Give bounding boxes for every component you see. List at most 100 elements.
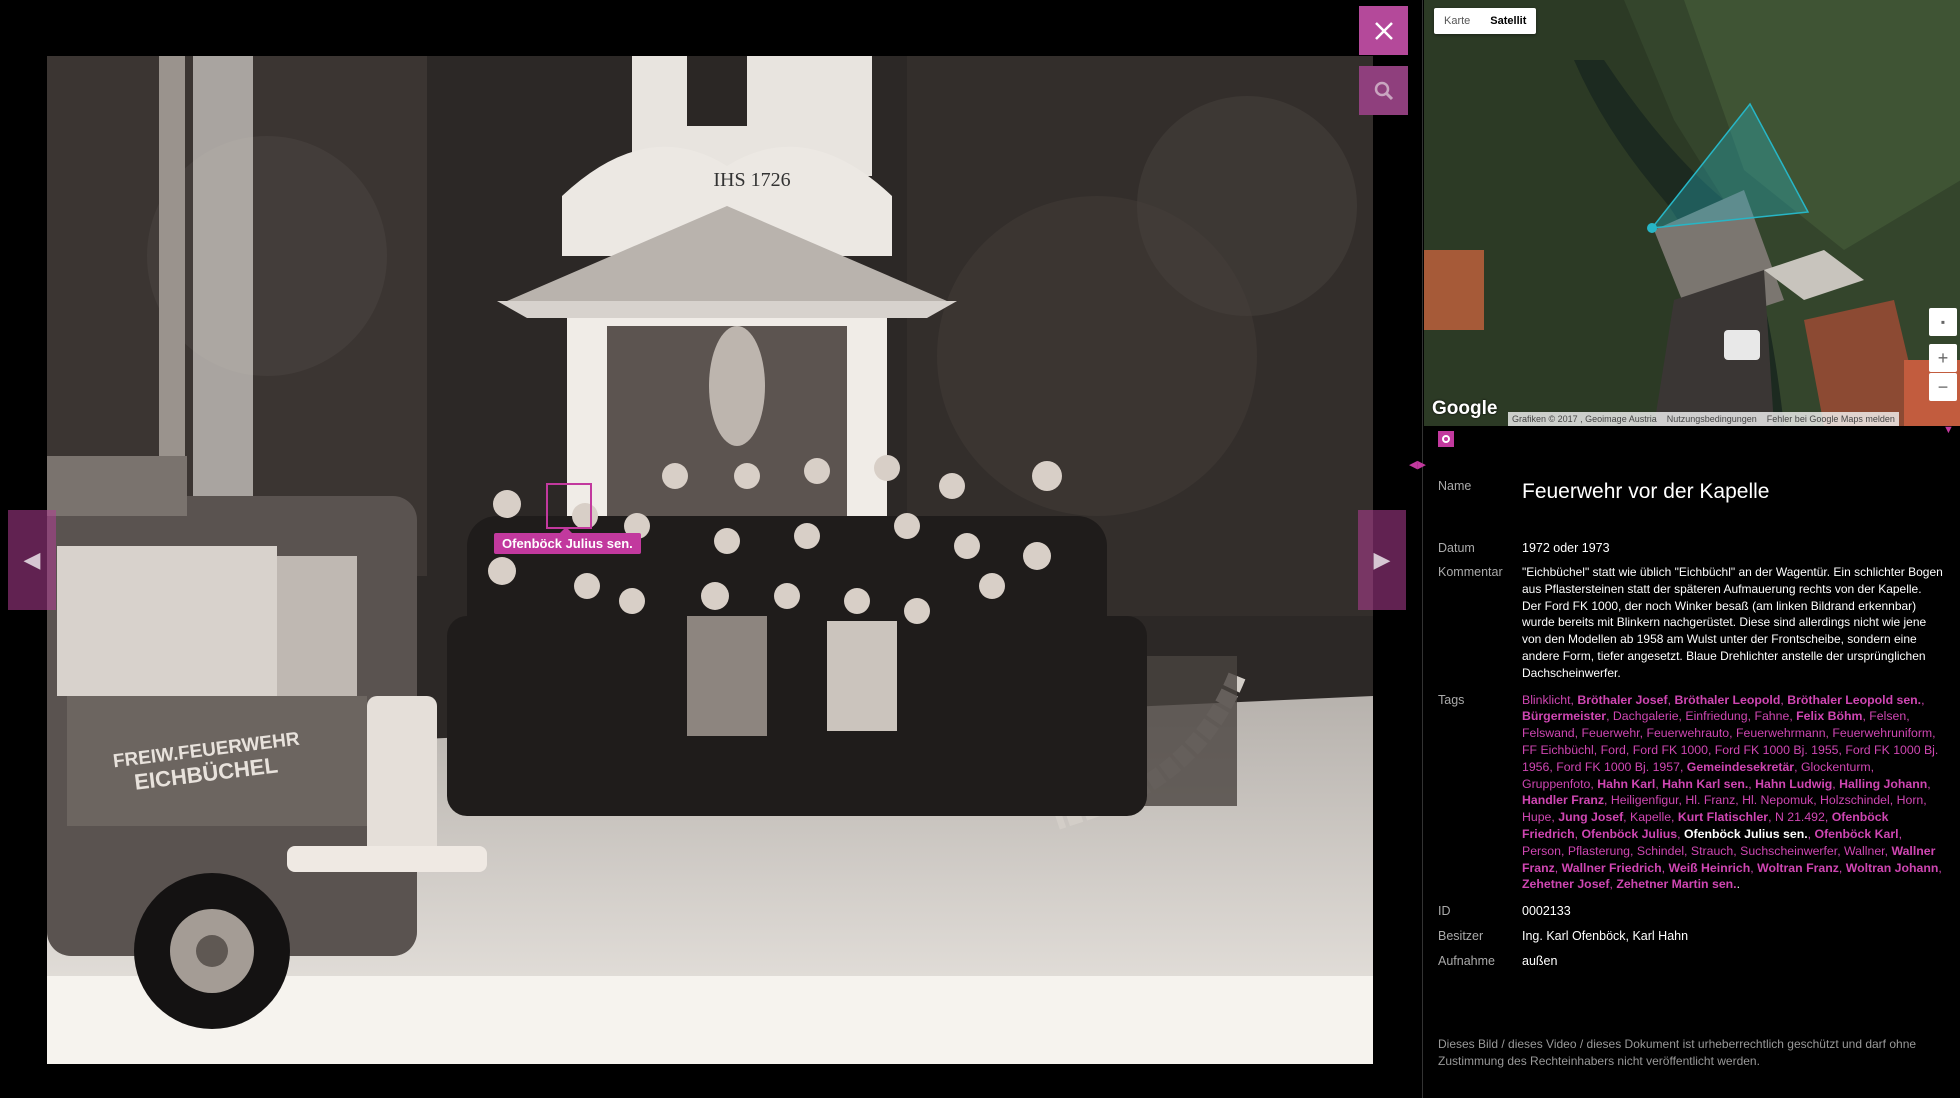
tag-link[interactable]: Feuerwehrauto — [1646, 726, 1729, 740]
tag-link[interactable]: Kapelle — [1630, 810, 1671, 824]
terms-link[interactable]: Nutzungsbedingungen — [1667, 414, 1757, 424]
tag-link[interactable]: Gruppenfoto — [1522, 777, 1590, 791]
collapse-left-icon[interactable]: ◀▶ — [1409, 458, 1426, 471]
tag-link[interactable]: Hahn Ludwig — [1755, 777, 1832, 791]
shot-value: außen — [1522, 954, 1558, 969]
tag-link[interactable]: Hl. Nepomuk — [1742, 793, 1813, 807]
tag-link[interactable]: Einfriedung — [1685, 709, 1747, 723]
tag-link[interactable]: Dachgalerie — [1613, 709, 1679, 723]
google-logo: Google — [1432, 398, 1498, 419]
photo-title: Feuerwehr vor der Kapelle — [1522, 480, 1770, 503]
chapel-inscription: IHS 1726 — [713, 169, 790, 191]
tag-link[interactable]: FF Eichbüchl — [1522, 743, 1594, 757]
name-label: Name — [1438, 479, 1472, 493]
tag-link[interactable]: Pflasterung — [1568, 844, 1630, 858]
satellite-map[interactable]: Karte Satellit ▪ + − Google Grafiken © 2… — [1424, 0, 1960, 426]
tag-link[interactable]: Blinklicht — [1522, 693, 1571, 707]
tag-link[interactable]: N 21.492 — [1775, 810, 1825, 824]
tag-link[interactable]: Kurt Flatischler — [1678, 810, 1768, 824]
tag-link[interactable]: Fahne — [1754, 709, 1789, 723]
magnifier-icon — [1374, 81, 1393, 100]
tag-link[interactable]: Hahn Karl — [1597, 777, 1655, 791]
name-row: Name Feuerwehr vor der Kapelle — [1438, 478, 1943, 506]
tag-link[interactable]: Hahn Karl sen. — [1662, 777, 1748, 791]
tag-link[interactable]: Ofenböck Karl — [1815, 827, 1899, 841]
tag-link[interactable]: Ofenböck Julius sen. — [1684, 827, 1808, 841]
tag-link[interactable]: Jung Josef — [1558, 810, 1623, 824]
shot-label: Aufnahme — [1438, 954, 1495, 969]
tag-link[interactable]: Ofenböck Julius — [1581, 827, 1677, 841]
tag-link[interactable]: Zehetner Josef — [1522, 877, 1609, 891]
tag-link[interactable]: Felswand — [1522, 726, 1575, 740]
date-label: Datum — [1438, 541, 1475, 555]
tag-link[interactable]: Ford FK 1000 — [1633, 743, 1708, 757]
close-button[interactable] — [1359, 6, 1408, 55]
id-value: 0002133 — [1522, 904, 1571, 919]
tag-link[interactable]: Felix Böhm — [1796, 709, 1862, 723]
id-label: ID — [1438, 904, 1451, 919]
tag-link[interactable]: Felsen — [1869, 709, 1906, 723]
tag-link[interactable]: Woltran Johann — [1846, 861, 1939, 875]
face-tag-box[interactable] — [546, 483, 592, 529]
zoom-out-button[interactable]: − — [1929, 373, 1957, 401]
previous-photo-button[interactable]: ◀ — [8, 510, 56, 610]
tag-link[interactable]: Hupe — [1522, 810, 1551, 824]
map-type-satellit[interactable]: Satellit — [1480, 8, 1536, 34]
report-error-link[interactable]: Fehler bei Google Maps melden — [1767, 414, 1895, 424]
next-photo-button[interactable]: ▶ — [1358, 510, 1406, 610]
owner-label: Besitzer — [1438, 929, 1484, 944]
tag-link[interactable]: Bröthaler Josef — [1577, 693, 1667, 707]
tag-link[interactable]: Feuerwehr — [1581, 726, 1639, 740]
comment-value: "Eichbüchel" statt wie üblich "Eichbüchl… — [1522, 565, 1943, 680]
prev-arrow-icon: ◀ — [23, 547, 41, 572]
tag-link[interactable]: Bürgermeister — [1522, 709, 1606, 723]
photo-viewer: IHS 1726 FREIW.FEUERWEHR EICHBÜCHEL ◀ ▶ … — [0, 0, 1422, 1098]
zoom-in-button[interactable]: + — [1929, 344, 1957, 372]
tag-link[interactable]: Heiligenfigur — [1611, 793, 1679, 807]
tag-link[interactable]: Gemeindesekretär — [1687, 760, 1794, 774]
photo-details: Name Feuerwehr vor der Kapelle Datum 197… — [1438, 478, 1943, 980]
tag-link[interactable]: Ford FK 1000 Bj. 1957 — [1556, 760, 1680, 774]
next-arrow-icon: ▶ — [1373, 547, 1391, 572]
date-row: Datum 1972 oder 1973 — [1438, 540, 1943, 557]
face-tag-label[interactable]: Ofenböck Julius sen. — [494, 527, 641, 554]
tag-link[interactable]: Strauch — [1691, 844, 1733, 858]
date-value: 1972 oder 1973 — [1522, 541, 1610, 555]
tag-link[interactable]: Hl. Franz — [1685, 793, 1735, 807]
photo-drawing: IHS 1726 FREIW.FEUERWEHR EICHBÜCHEL — [47, 56, 1373, 1064]
tag-link[interactable]: Handler Franz — [1522, 793, 1604, 807]
tag-link[interactable]: Person — [1522, 844, 1561, 858]
close-icon — [1374, 21, 1393, 40]
map-type-karte[interactable]: Karte — [1434, 8, 1480, 34]
tag-link[interactable]: Woltran Franz — [1757, 861, 1839, 875]
tag-link[interactable]: Glockenturm — [1801, 760, 1871, 774]
map-type-switch: Karte Satellit — [1434, 8, 1537, 34]
zoom-button[interactable] — [1359, 66, 1408, 115]
tag-link[interactable]: Zehetner Martin sen. — [1616, 877, 1736, 891]
tags-row: Tags Blinklicht, Bröthaler Josef, Brötha… — [1438, 692, 1943, 894]
tag-link[interactable]: Wallner Friedrich — [1562, 861, 1662, 875]
tag-list: Blinklicht, Bröthaler Josef, Bröthaler L… — [1522, 692, 1942, 892]
fullscreen-button[interactable]: ▪ — [1929, 308, 1957, 336]
tag-link[interactable]: Halling Johann — [1839, 777, 1927, 791]
tag-link[interactable]: Feuerwehrmann — [1736, 726, 1826, 740]
tag-link[interactable]: Ford FK 1000 Bj. 1955 — [1715, 743, 1839, 757]
historic-photo[interactable]: IHS 1726 FREIW.FEUERWEHR EICHBÜCHEL — [47, 56, 1373, 1064]
tag-link[interactable]: Bröthaler Leopold sen. — [1787, 693, 1921, 707]
tag-link[interactable]: Holzschindel — [1820, 793, 1890, 807]
collapse-down-icon[interactable]: ▼ — [1943, 424, 1954, 436]
tag-link[interactable]: Ford — [1601, 743, 1626, 757]
tag-link[interactable]: Wallner — [1844, 844, 1885, 858]
tag-link[interactable]: Horn — [1897, 793, 1924, 807]
camera-icon — [1438, 431, 1454, 447]
id-row: ID 0002133 — [1438, 903, 1943, 920]
tag-link[interactable]: Feuerwehruniform — [1832, 726, 1932, 740]
tag-link[interactable]: Schindel — [1637, 844, 1684, 858]
tag-link[interactable]: Suchscheinwerfer — [1740, 844, 1837, 858]
owner-value: Ing. Karl Ofenböck, Karl Hahn — [1522, 929, 1689, 944]
fullscreen-icon: ▪ — [1940, 315, 1946, 329]
tag-link[interactable]: Weiß Heinrich — [1668, 861, 1750, 875]
tags-label: Tags — [1438, 692, 1465, 707]
copyright-notice: Dieses Bild / dieses Video / dieses Doku… — [1438, 1037, 1917, 1068]
tag-link[interactable]: Bröthaler Leopold — [1674, 693, 1780, 707]
